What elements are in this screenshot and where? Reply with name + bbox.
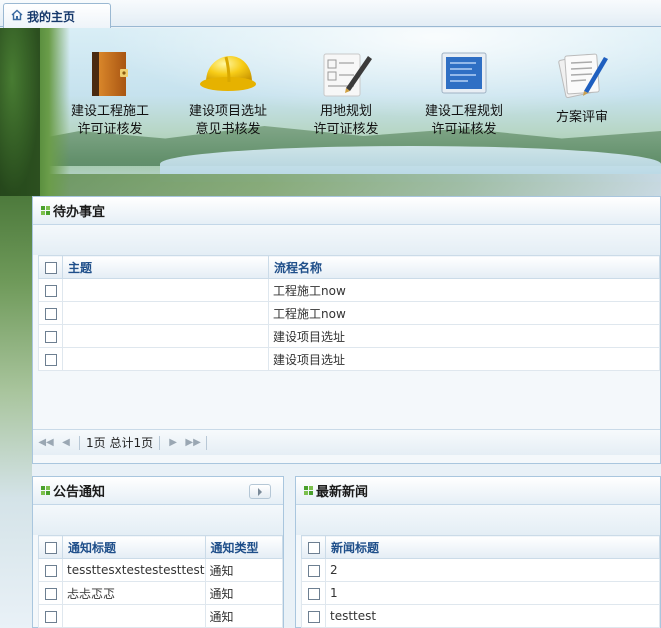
grid-icon bbox=[41, 206, 50, 215]
left-decoration bbox=[0, 196, 32, 628]
quick-link-site-selection[interactable]: 建设项目选址 意见书核发 bbox=[168, 46, 288, 138]
cell-news-title: testtest bbox=[325, 604, 660, 628]
row-checkbox[interactable] bbox=[38, 581, 63, 605]
cell-notice-type: 通知 bbox=[204, 581, 284, 605]
todo-pager: ◀◀ ◀ 1页 总计1页 ▶ ▶▶ bbox=[33, 429, 660, 455]
table-row[interactable]: 2 bbox=[301, 558, 660, 582]
column-header-notice-type[interactable]: 通知类型 bbox=[204, 535, 284, 559]
grid-icon bbox=[304, 486, 313, 495]
cell-notice-type: 通知 bbox=[204, 558, 284, 582]
quick-link-sublabel-2: 意见书核发 bbox=[195, 122, 261, 137]
hardhat-icon bbox=[198, 46, 258, 102]
select-all-checkbox[interactable] bbox=[38, 535, 63, 559]
row-checkbox[interactable] bbox=[301, 581, 326, 605]
cell-subject bbox=[62, 324, 269, 348]
quick-link-plan-review[interactable]: 方案评审 bbox=[522, 46, 642, 126]
row-checkbox[interactable] bbox=[38, 278, 63, 302]
news-panel: 最新新闻 新闻标题 2 1 testtest bbox=[295, 476, 661, 628]
grid-icon bbox=[41, 486, 50, 495]
tab-home-label: 我的主页 bbox=[27, 9, 76, 24]
quick-link-land-use[interactable]: 用地规划 许可证核发 bbox=[286, 46, 406, 138]
quick-link-sublabel-4: 许可证核发 bbox=[431, 122, 497, 137]
prev-page-icon[interactable]: ◀ bbox=[59, 436, 73, 450]
table-row[interactable]: 建设项目选址 bbox=[38, 324, 660, 348]
quick-link-construction-permit[interactable]: 建设工程施工 许可证核发 bbox=[50, 46, 170, 138]
news-panel-title: 最新新闻 bbox=[316, 485, 369, 500]
row-checkbox[interactable] bbox=[38, 604, 63, 628]
blueprint-icon bbox=[434, 46, 494, 102]
row-checkbox[interactable] bbox=[38, 324, 63, 348]
book-icon bbox=[80, 46, 140, 102]
first-page-icon[interactable]: ◀◀ bbox=[38, 436, 53, 450]
table-row[interactable]: 忐忐忑忑 通知 bbox=[38, 581, 284, 605]
todo-toolbar bbox=[33, 225, 660, 255]
cell-notice-title: tessttesxtestestesttest bbox=[62, 558, 206, 582]
todo-panel: 待办事宜 主题 流程名称 工程施工now 工程施工now 建设项目选址 建设项目… bbox=[32, 196, 661, 464]
next-page-icon[interactable]: ▶ bbox=[166, 436, 180, 450]
cell-subject bbox=[62, 347, 269, 371]
quick-link-label-1: 建设工程施工 bbox=[70, 104, 149, 119]
row-checkbox[interactable] bbox=[301, 604, 326, 628]
todo-table-header: 主题 流程名称 bbox=[38, 255, 660, 279]
pager-info: 1页 总计1页 bbox=[86, 436, 154, 450]
notice-table: 通知标题 通知类型 tessttesxtestestesttest 通知 忐忐忑… bbox=[38, 535, 284, 628]
papers-pen-icon bbox=[552, 46, 612, 102]
quick-link-sublabel-3: 许可证核发 bbox=[313, 122, 379, 137]
notice-panel: 公告通知 通知标题 通知类型 tessttesxtestestesttest 通… bbox=[32, 476, 284, 628]
cell-process: 建设项目选址 bbox=[268, 347, 660, 371]
news-table-header: 新闻标题 bbox=[301, 535, 660, 559]
news-panel-header: 最新新闻 bbox=[296, 477, 660, 505]
row-checkbox[interactable] bbox=[38, 301, 63, 325]
quick-link-sublabel-1: 许可证核发 bbox=[77, 122, 143, 137]
table-row[interactable]: 工程施工now bbox=[38, 278, 660, 302]
quick-link-label-2: 建设项目选址 bbox=[188, 104, 267, 119]
quick-link-label-3: 用地规划 bbox=[319, 104, 372, 119]
cell-process: 工程施工now bbox=[268, 278, 660, 302]
row-checkbox[interactable] bbox=[38, 347, 63, 371]
table-row[interactable]: tessttesxtestestesttest 通知 bbox=[38, 558, 284, 582]
column-header-notice-title[interactable]: 通知标题 bbox=[62, 535, 206, 559]
last-page-icon[interactable]: ▶▶ bbox=[185, 436, 200, 450]
notice-toolbar bbox=[33, 505, 283, 535]
row-checkbox[interactable] bbox=[301, 558, 326, 582]
cell-news-title: 1 bbox=[325, 581, 660, 605]
expand-button[interactable] bbox=[249, 484, 271, 499]
table-row[interactable]: 1 bbox=[301, 581, 660, 605]
column-header-process[interactable]: 流程名称 bbox=[268, 255, 660, 279]
table-row[interactable]: 工程施工now bbox=[38, 301, 660, 325]
select-all-checkbox[interactable] bbox=[301, 535, 326, 559]
cell-process: 工程施工now bbox=[268, 301, 660, 325]
todo-table: 主题 流程名称 工程施工now 工程施工now 建设项目选址 建设项目选址 bbox=[38, 255, 660, 371]
tab-home[interactable]: 我的主页 bbox=[3, 3, 111, 28]
quick-link-label-5: 方案评审 bbox=[555, 110, 608, 125]
header-banner: 建设工程施工 许可证核发 建设项目选址 意见书核发 用地规划 许可证核发 建设工… bbox=[0, 28, 661, 196]
home-icon bbox=[11, 9, 23, 24]
todo-panel-title: 待办事宜 bbox=[53, 205, 106, 220]
quick-link-planning-permit[interactable]: 建设工程规划 许可证核发 bbox=[404, 46, 524, 138]
tab-bar: 我的主页 bbox=[0, 0, 661, 28]
table-row[interactable]: 建设项目选址 bbox=[38, 347, 660, 371]
row-checkbox[interactable] bbox=[38, 558, 63, 582]
cell-news-title: 2 bbox=[325, 558, 660, 582]
cell-notice-title: 忐忐忑忑 bbox=[62, 581, 206, 605]
notice-panel-title: 公告通知 bbox=[53, 485, 106, 500]
table-row[interactable]: 通知 bbox=[38, 604, 284, 628]
chevron-right-icon bbox=[258, 487, 262, 496]
news-table: 新闻标题 2 1 testtest bbox=[301, 535, 660, 628]
notice-table-header: 通知标题 通知类型 bbox=[38, 535, 284, 559]
quick-link-label-4: 建设工程规划 bbox=[424, 104, 503, 119]
select-all-checkbox[interactable] bbox=[38, 255, 63, 279]
column-header-news-title[interactable]: 新闻标题 bbox=[325, 535, 660, 559]
cell-process: 建设项目选址 bbox=[268, 324, 660, 348]
notice-panel-header: 公告通知 bbox=[33, 477, 283, 505]
cell-subject bbox=[62, 301, 269, 325]
column-header-subject[interactable]: 主题 bbox=[62, 255, 269, 279]
cell-subject bbox=[62, 278, 269, 302]
table-row[interactable]: testtest bbox=[301, 604, 660, 628]
cell-notice-type: 通知 bbox=[204, 604, 284, 628]
document-pen-icon bbox=[316, 46, 376, 102]
cell-notice-title bbox=[62, 604, 206, 628]
todo-panel-header: 待办事宜 bbox=[33, 197, 660, 225]
news-toolbar bbox=[296, 505, 660, 535]
